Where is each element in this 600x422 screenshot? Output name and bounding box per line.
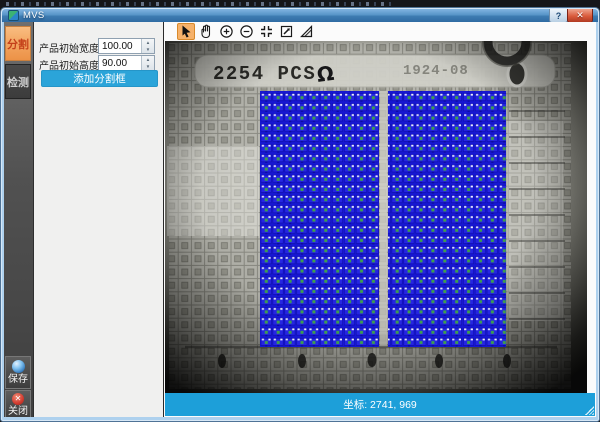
globe-icon — [12, 360, 25, 373]
initial-width-label: 产品初始宽度 — [39, 40, 99, 55]
status-bar: 坐标: 2741, 969 — [165, 393, 595, 416]
settings-panel: 产品初始宽度 ▲ ▼ 产品初始高度 ▲ ▼ — [34, 22, 163, 417]
edit-roi-icon — [279, 24, 294, 39]
spinner-down-icon[interactable]: ▼ — [142, 46, 154, 53]
client-area: 分割 检测 保存 ✕ 关闭 产品初始宽度 ▲ ▼ — [4, 22, 596, 417]
initial-width-spinners: ▲ ▼ — [141, 39, 154, 53]
camera-image: 2254 PCS Ω 1924-08 — [165, 41, 587, 393]
cursor-arrow-icon — [179, 24, 194, 39]
edit-roi-tool-button[interactable] — [277, 23, 295, 40]
initial-height-spinbox: ▲ ▼ — [98, 55, 155, 71]
initial-width-row: 产品初始宽度 ▲ ▼ — [34, 38, 163, 54]
spinner-down-icon[interactable]: ▼ — [142, 63, 154, 70]
app-icon — [8, 10, 19, 21]
initial-height-spinners: ▲ ▼ — [141, 56, 154, 70]
viewer-toolbar — [165, 22, 596, 41]
angle-ruler-icon — [299, 24, 314, 39]
hand-icon — [199, 24, 214, 39]
title-bar: MVS ? ✕ — [2, 9, 598, 22]
spinner-up-icon[interactable]: ▲ — [142, 39, 154, 46]
close-app-button[interactable]: ✕ 关闭 — [5, 390, 31, 417]
sidebar-tab-detect[interactable]: 检测 — [5, 64, 31, 99]
spinner-up-icon[interactable]: ▲ — [142, 56, 154, 63]
measure-tool-button[interactable] — [297, 23, 315, 40]
window-title: MVS — [23, 10, 45, 21]
resize-grip[interactable] — [584, 405, 594, 415]
initial-width-spinbox: ▲ ▼ — [98, 38, 155, 54]
zoom-out-tool-button[interactable] — [237, 23, 255, 40]
add-split-box-button[interactable]: 添加分割框 — [41, 70, 158, 87]
sidebar-tab-segment[interactable]: 分割 — [5, 26, 31, 61]
fit-view-tool-button[interactable] — [257, 23, 275, 40]
save-button-label: 保存 — [8, 374, 28, 385]
window-close-button[interactable]: ✕ — [567, 9, 593, 23]
zoom-in-icon — [219, 24, 234, 39]
app-window: MVS ? ✕ 分割 检测 保存 ✕ 关闭 产品初始宽度 — [0, 7, 600, 422]
initial-height-input[interactable] — [99, 56, 141, 70]
status-coordinates: 坐标: 2741, 969 — [343, 397, 417, 412]
close-red-icon: ✕ — [12, 393, 24, 405]
image-viewer-canvas[interactable]: 2254 PCS Ω 1924-08 — [165, 41, 587, 393]
help-button[interactable]: ? — [549, 9, 568, 23]
sidebar-tab-segment-label: 分割 — [7, 36, 29, 52]
zoom-in-tool-button[interactable] — [217, 23, 235, 40]
initial-width-input[interactable] — [99, 39, 141, 53]
initial-height-row: 产品初始高度 ▲ ▼ — [34, 55, 163, 71]
pan-tool-button[interactable] — [197, 23, 215, 40]
background-window-text-blur — [6, 2, 396, 6]
close-app-button-label: 关闭 — [8, 406, 28, 417]
select-tool-button[interactable] — [177, 23, 195, 40]
viewer-region: 2254 PCS Ω 1924-08 — [163, 22, 596, 417]
segment-box-right[interactable] — [388, 91, 506, 347]
fit-view-icon — [259, 24, 274, 39]
zoom-out-icon — [239, 24, 254, 39]
segment-box-left[interactable] — [260, 91, 379, 347]
save-button[interactable]: 保存 — [5, 356, 31, 389]
sidebar: 分割 检测 保存 ✕ 关闭 — [4, 22, 34, 417]
sidebar-tab-detect-label: 检测 — [7, 74, 29, 90]
